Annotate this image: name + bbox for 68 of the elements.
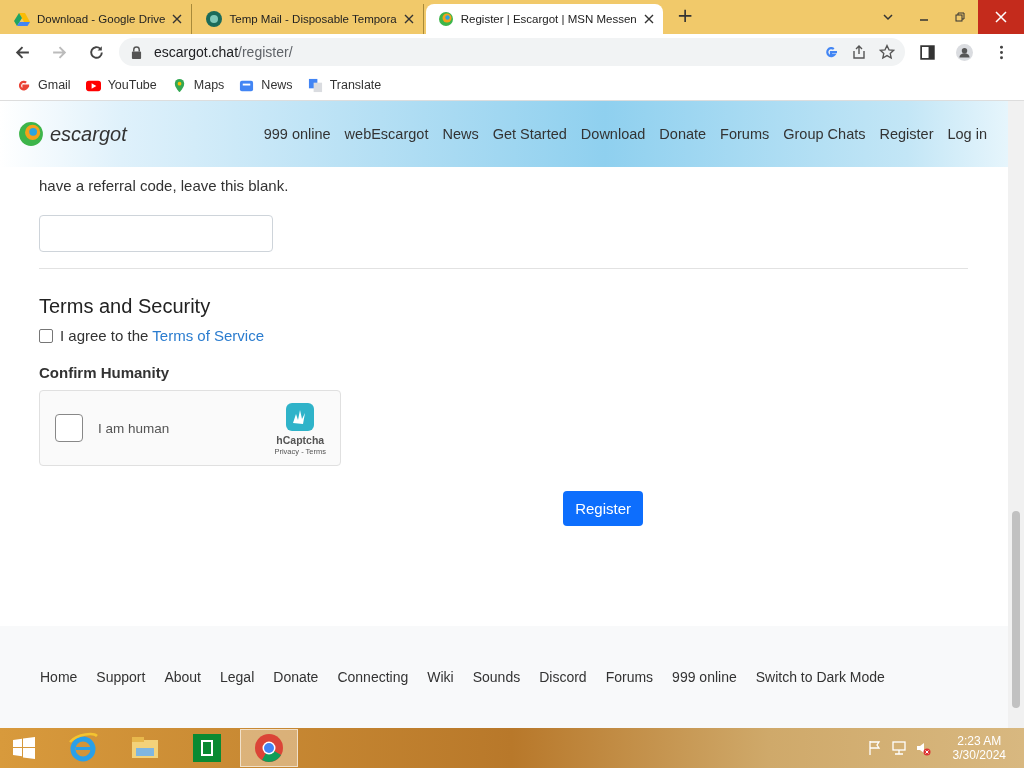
footer-link[interactable]: Switch to Dark Mode (755, 669, 885, 685)
close-icon (995, 11, 1007, 23)
bookmark-link[interactable]: Maps (171, 77, 225, 93)
chrome-icon (253, 732, 285, 764)
terms-link[interactable]: Terms of Service (152, 327, 264, 344)
footer-link[interactable]: Donate (273, 669, 319, 685)
footer-link[interactable]: Support (96, 669, 146, 685)
footer-link[interactable]: Home (40, 669, 78, 685)
mail-logo-icon (206, 11, 223, 27)
browser-tab[interactable]: Register | Escargot | MSN Messen (425, 4, 663, 34)
clock-date: 3/30/2024 (952, 748, 1006, 762)
browser-e-icon (67, 732, 99, 764)
footer-link[interactable]: Wiki (427, 669, 454, 685)
nav-link[interactable]: Log in (940, 126, 994, 142)
nav-link[interactable]: webEscargot (337, 126, 436, 142)
section-heading: Confirm Humanity (39, 364, 170, 381)
star-icon[interactable] (879, 44, 895, 60)
lock-icon (131, 45, 142, 59)
scrollbar[interactable] (1008, 101, 1024, 728)
close-icon[interactable] (172, 14, 183, 24)
section-heading: Terms and Security (39, 295, 212, 318)
footer-link[interactable]: Connecting (337, 669, 409, 685)
site-logo[interactable]: escargot (18, 121, 127, 147)
nav-link[interactable]: Register (872, 126, 941, 142)
google-icon[interactable] (823, 44, 839, 60)
nav-link[interactable]: Download (573, 126, 653, 142)
referral-hint: have a referral code, leave this blank. (39, 176, 290, 196)
address-bar[interactable]: escargot.chat/register/ (119, 38, 905, 66)
agree-label: I agree to the Terms of Service (60, 327, 264, 344)
bookmark-link[interactable]: YouTube (85, 77, 157, 93)
translate-icon (307, 77, 323, 93)
hand-logo-icon (284, 400, 317, 433)
store-icon (191, 732, 223, 764)
nav-link[interactable]: 999 online (256, 126, 338, 142)
footer-link[interactable]: Sounds (472, 669, 521, 685)
register-button[interactable]: Register (563, 491, 643, 526)
footer-link[interactable]: Legal (220, 669, 255, 685)
captcha-brand: hCaptcha (276, 433, 325, 446)
volume-muted-icon[interactable] (914, 740, 931, 756)
nav-link[interactable]: Group Chats (776, 126, 873, 142)
close-window-button[interactable] (978, 0, 1024, 34)
nav-link[interactable]: Donate (652, 126, 714, 142)
referral-code-field[interactable] (39, 215, 273, 252)
clock-time: 2:23 AM (957, 734, 1002, 748)
bookmark-link[interactable]: Translate (307, 77, 382, 93)
close-icon[interactable] (643, 14, 654, 24)
bookmark-link[interactable]: Gmail (16, 77, 71, 93)
footer-link[interactable]: 999 online (672, 669, 737, 685)
url-text: escargot.chat/register/ (154, 44, 293, 60)
captcha-checkbox[interactable] (55, 414, 83, 442)
share-icon[interactable] (851, 44, 867, 60)
captcha-label: I am human (98, 420, 170, 436)
nav-link[interactable]: Forums (713, 126, 777, 142)
nav-link[interactable]: Get Started (485, 126, 574, 142)
restore-icon[interactable] (954, 11, 966, 23)
drive-icon (14, 11, 30, 27)
start-icon[interactable] (12, 736, 36, 760)
close-icon[interactable] (403, 14, 414, 24)
chevron-down-icon[interactable] (882, 11, 894, 23)
taskbar-app-button[interactable] (240, 729, 298, 767)
footer-link[interactable]: Forums (605, 669, 654, 685)
escargot-logo-icon (437, 11, 454, 27)
agree-checkbox[interactable] (39, 328, 53, 343)
footer-link[interactable]: Discord (539, 669, 587, 685)
footer-link[interactable]: About (164, 669, 201, 685)
new-tab-button[interactable]: + (662, 3, 708, 31)
bookmark-link[interactable]: News (239, 77, 293, 93)
nav-link[interactable]: News (435, 126, 486, 142)
